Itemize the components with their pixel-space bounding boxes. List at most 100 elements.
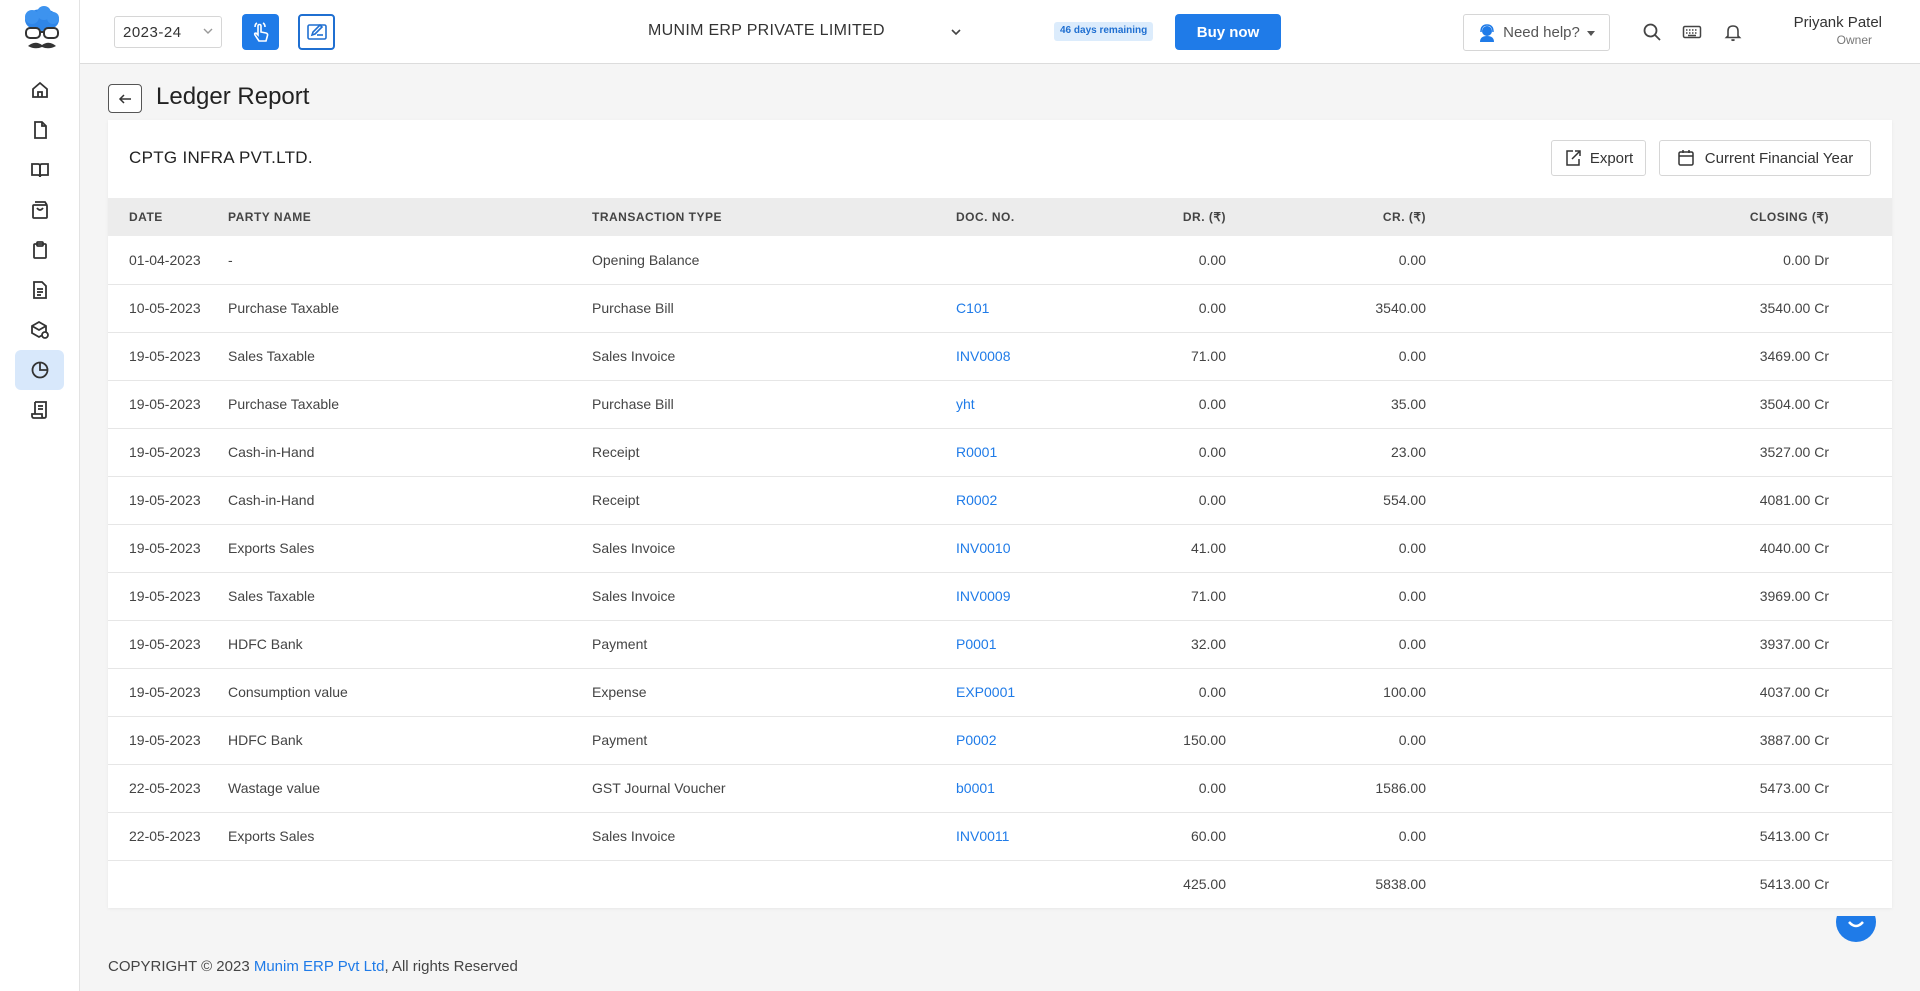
cell-doc — [956, 236, 1106, 284]
doc-link[interactable]: P0001 — [956, 620, 1106, 668]
trial-remaining-badge: 46 days remaining — [1054, 22, 1154, 41]
sidebar-item-books[interactable] — [15, 150, 64, 190]
notification-bell-icon[interactable] — [1723, 22, 1743, 42]
cell-date: 10-05-2023 — [129, 300, 201, 316]
chat-support-icon[interactable] — [1836, 916, 1876, 946]
document-icon — [32, 281, 47, 299]
export-label: Export — [1589, 149, 1634, 167]
doc-link[interactable]: R0002 — [956, 476, 1106, 524]
cell-date: 19-05-2023 — [129, 588, 201, 604]
col-cr-header[interactable]: CR. (₹) — [1226, 198, 1426, 236]
cell-dr: 41.00 — [1190, 540, 1226, 556]
doc-link[interactable]: INV0011 — [956, 812, 1106, 860]
cell-closing: 3469.00 Cr — [1759, 348, 1829, 364]
cell-closing: 3527.00 Cr — [1759, 444, 1829, 460]
keyboard-icon[interactable] — [1682, 22, 1702, 42]
cell-cr: 0.00 — [1398, 251, 1426, 268]
sidebar-item-inventory[interactable] — [15, 310, 64, 350]
doc-link[interactable]: EXP0001 — [956, 668, 1106, 716]
cell-party: Cash-in-Hand — [228, 444, 315, 460]
company-name[interactable]: MUNIM ERP PRIVATE LIMITED — [648, 22, 885, 40]
col-type-header[interactable]: TRANSACTION TYPE — [592, 198, 956, 236]
cell-dr: 0.00 — [1198, 251, 1226, 268]
clipboard-icon — [32, 241, 47, 259]
table-row: 10-05-2023 Purchase Taxable Purchase Bil… — [108, 284, 1892, 332]
cell-cr: 100.00 — [1383, 684, 1426, 700]
cell-cr: 0.00 — [1398, 828, 1426, 844]
calendar-icon — [1678, 150, 1694, 166]
footer-company-link[interactable]: Munim ERP Pvt Ltd — [254, 958, 385, 975]
cell-cr: 23.00 — [1390, 444, 1426, 460]
cell-cr: 0.00 — [1398, 540, 1426, 556]
cell-date: 19-05-2023 — [129, 540, 201, 556]
sidebar-item-documents[interactable] — [15, 270, 64, 310]
cell-dr: 0.00 — [1198, 300, 1226, 316]
company-chevron-down-icon[interactable] — [950, 26, 962, 38]
cell-type: Purchase Bill — [592, 396, 674, 412]
munim-logo[interactable] — [20, 6, 64, 56]
financial-year-select[interactable]: 2023-24 — [114, 16, 222, 48]
cell-party: Exports Sales — [228, 828, 315, 844]
sidebar-item-purchases[interactable] — [15, 190, 64, 230]
cell-dr: 150.00 — [1183, 732, 1226, 748]
cell-cr: 1586.00 — [1375, 780, 1426, 796]
touch-mode-button[interactable] — [242, 14, 279, 50]
sidebar-item-reports[interactable] — [15, 350, 64, 390]
doc-link[interactable]: INV0009 — [956, 572, 1106, 620]
col-date-header[interactable]: DATE — [108, 198, 228, 236]
doc-link[interactable]: b0001 — [956, 764, 1106, 812]
cell-party: Wastage value — [228, 780, 321, 796]
doc-link[interactable]: INV0008 — [956, 332, 1106, 380]
doc-link[interactable]: R0001 — [956, 428, 1106, 476]
table-row: 19-05-2023 HDFC Bank Payment P0002 150.0… — [108, 716, 1892, 764]
cell-closing: 3969.00 Cr — [1759, 588, 1829, 604]
cell-type: GST Journal Voucher — [592, 780, 726, 796]
table-row: 19-05-2023 Sales Taxable Sales Invoice I… — [108, 572, 1892, 620]
ledger-table: DATE PARTY NAME TRANSACTION TYPE DOC. NO… — [108, 198, 1892, 908]
doc-link[interactable]: P0002 — [956, 716, 1106, 764]
cell-cr: 35.00 — [1390, 396, 1426, 412]
table-row: 19-05-2023 Consumption value Expense EXP… — [108, 668, 1892, 716]
col-party-header[interactable]: PARTY NAME — [228, 198, 592, 236]
sidebar-item-home[interactable] — [15, 70, 64, 110]
col-doc-header[interactable]: DOC. NO. — [956, 198, 1106, 236]
back-button[interactable] — [108, 84, 142, 113]
chevron-down-icon — [203, 28, 213, 34]
footer-prefix: COPYRIGHT © 2023 — [108, 958, 254, 975]
sidebar-item-files[interactable] — [15, 110, 64, 150]
cell-closing: 4040.00 Cr — [1759, 540, 1829, 556]
doc-link[interactable]: INV0010 — [956, 524, 1106, 572]
sidebar — [0, 0, 80, 991]
buy-now-button[interactable]: Buy now — [1175, 14, 1281, 50]
col-closing-header[interactable]: CLOSING (₹) — [1426, 198, 1892, 236]
cell-closing: 5473.00 Cr — [1759, 780, 1829, 796]
cell-type: Payment — [592, 636, 648, 652]
user-role: Owner — [1836, 33, 1872, 47]
cell-cr: 3540.00 — [1375, 300, 1426, 316]
quick-entry-button[interactable] — [298, 14, 335, 50]
cell-dr: 0.00 — [1198, 444, 1226, 460]
col-dr-header[interactable]: DR. (₹) — [1106, 198, 1226, 236]
cell-party: Consumption value — [228, 684, 348, 700]
sidebar-item-vouchers[interactable] — [15, 390, 64, 430]
table-row: 22-05-2023 Exports Sales Sales Invoice I… — [108, 812, 1892, 860]
export-button[interactable]: Export — [1551, 140, 1646, 176]
need-help-button[interactable]: Need help? — [1463, 14, 1610, 51]
need-help-label: Need help? — [1503, 24, 1580, 41]
doc-link[interactable]: yht — [956, 380, 1106, 428]
cell-dr: 0.00 — [1198, 396, 1226, 412]
receipt-icon — [30, 401, 47, 419]
cell-date: 22-05-2023 — [129, 828, 201, 844]
party-name-heading: CPTG INFRA PVT.LTD. — [129, 148, 313, 167]
cell-date: 19-05-2023 — [129, 444, 201, 460]
doc-link[interactable]: C101 — [956, 284, 1106, 332]
cell-closing: 3887.00 Cr — [1759, 732, 1829, 748]
cell-type: Receipt — [592, 444, 640, 460]
cell-dr: 71.00 — [1190, 588, 1226, 604]
period-filter-button[interactable]: Current Financial Year — [1659, 140, 1871, 176]
cell-date: 19-05-2023 — [129, 396, 201, 412]
table-row: 19-05-2023 Purchase Taxable Purchase Bil… — [108, 380, 1892, 428]
search-icon[interactable] — [1642, 22, 1662, 42]
sidebar-item-tasks[interactable] — [15, 230, 64, 270]
cell-type: Payment — [592, 732, 648, 748]
